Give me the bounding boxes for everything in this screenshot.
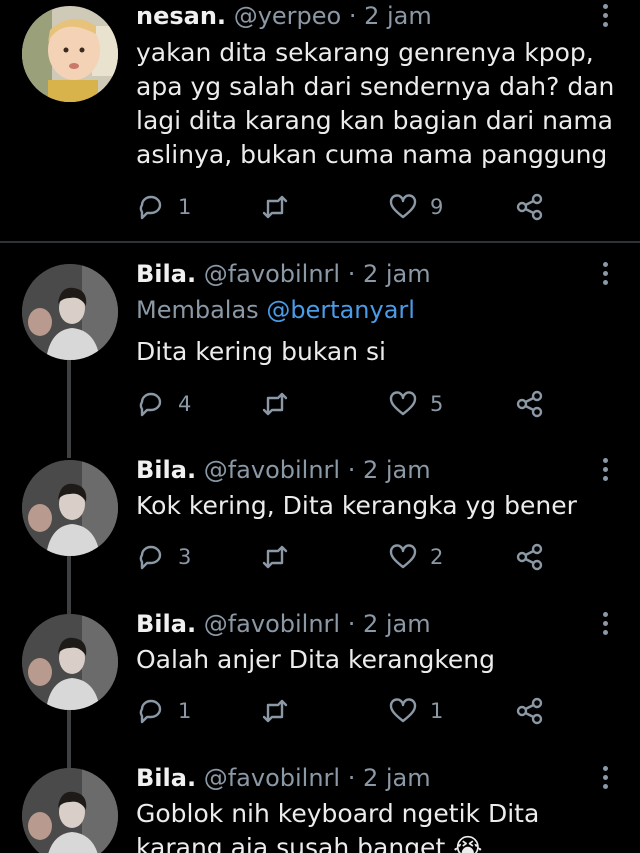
share-icon (516, 193, 543, 221)
reply-button[interactable]: 1 (136, 694, 191, 728)
tweet-text: yakan dita sekarang genrenya kpop, apa y… (136, 38, 615, 169)
display-name[interactable]: nesan. (136, 2, 226, 30)
heart-icon (389, 194, 417, 219)
tweet-header: nesan. @yerpeo · 2 jam (136, 1, 432, 31)
timestamp[interactable]: · 2 jam (348, 260, 431, 288)
share-button[interactable] (514, 694, 544, 728)
share-icon (516, 390, 543, 418)
like-button[interactable]: 2 (388, 540, 443, 574)
like-count: 2 (430, 545, 444, 569)
tweet-actions: 1 1 (136, 694, 616, 728)
reply-icon (139, 545, 162, 570)
tweet-text: Dita kering bukan si (136, 337, 386, 366)
display-name[interactable]: Bila. (136, 456, 196, 484)
display-name[interactable]: Bila. (136, 260, 196, 288)
retweet-icon (262, 392, 288, 416)
handle[interactable]: @favobilnrl (204, 764, 340, 792)
reply-button[interactable]: 3 (136, 540, 191, 574)
replying-to: Membalas @bertanyarl (136, 295, 415, 325)
display-name[interactable]: Bila. (136, 610, 196, 638)
share-button[interactable] (514, 387, 544, 421)
tweet-actions: 4 5 (136, 387, 616, 421)
share-icon (516, 697, 543, 725)
heart-icon (389, 698, 417, 723)
tweet[interactable]: Bila. @favobilnrl · 2 jam Membalas @bert… (0, 258, 640, 438)
handle[interactable]: @yerpeo (234, 2, 342, 30)
more-vertical-icon[interactable] (598, 612, 612, 640)
like-button[interactable]: 5 (388, 387, 443, 421)
like-count: 1 (430, 699, 444, 723)
retweet-button[interactable] (260, 540, 302, 574)
reply-icon (139, 195, 162, 220)
retweet-icon (262, 699, 288, 723)
replying-to-label: Membalas (136, 296, 259, 324)
retweet-icon (262, 195, 288, 219)
tweet[interactable]: Bila. @favobilnrl · 2 jam Kok kering, Di… (0, 454, 640, 594)
reply-count: 1 (178, 699, 192, 723)
more-vertical-icon[interactable] (598, 4, 612, 32)
like-count: 9 (430, 195, 444, 219)
tweet-text: Oalah anjer Dita kerangkeng (136, 645, 495, 674)
tweet[interactable]: Bila. @favobilnrl · 2 jam Oalah anjer Di… (0, 608, 640, 748)
tweet-text: Goblok nih keyboard ngetik Dita karang a… (136, 799, 540, 853)
avatar[interactable] (22, 264, 118, 360)
tweet-divider (0, 241, 640, 243)
like-count: 5 (430, 392, 444, 416)
tweet-actions: 1 9 (136, 190, 616, 224)
reply-button[interactable]: 4 (136, 387, 191, 421)
retweet-button[interactable] (260, 190, 302, 224)
tweet-header: Bila. @favobilnrl · 2 jam (136, 763, 431, 793)
heart-icon (389, 391, 417, 416)
reply-icon (139, 699, 162, 724)
reply-count: 1 (178, 195, 192, 219)
tweet-text: Kok kering, Dita kerangka yg bener (136, 491, 577, 520)
avatar[interactable] (22, 614, 118, 710)
share-button[interactable] (514, 190, 544, 224)
avatar[interactable] (22, 768, 118, 853)
more-vertical-icon[interactable] (598, 766, 612, 794)
retweet-button[interactable] (260, 694, 302, 728)
tweet-header: Bila. @favobilnrl · 2 jam (136, 455, 431, 485)
reply-button[interactable]: 1 (136, 190, 191, 224)
avatar[interactable] (22, 460, 118, 556)
avatar[interactable] (22, 6, 118, 102)
reply-icon (139, 392, 162, 417)
handle[interactable]: @favobilnrl (204, 260, 340, 288)
timestamp[interactable]: · 2 jam (349, 2, 432, 30)
tweet[interactable]: Bila. @favobilnrl · 2 jam Goblok nih key… (0, 762, 640, 853)
share-button[interactable] (514, 540, 544, 574)
reply-count: 4 (178, 392, 192, 416)
timestamp[interactable]: · 2 jam (348, 764, 431, 792)
timestamp[interactable]: · 2 jam (348, 610, 431, 638)
reply-count: 3 (178, 545, 192, 569)
tweet-header: Bila. @favobilnrl · 2 jam (136, 259, 431, 289)
more-vertical-icon[interactable] (598, 262, 612, 290)
like-button[interactable]: 1 (388, 694, 443, 728)
more-vertical-icon[interactable] (598, 458, 612, 486)
handle[interactable]: @favobilnrl (204, 456, 340, 484)
display-name[interactable]: Bila. (136, 764, 196, 792)
mention-link[interactable]: @bertanyarl (266, 296, 415, 324)
tweet-header: Bila. @favobilnrl · 2 jam (136, 609, 431, 639)
share-icon (516, 543, 543, 571)
tweet[interactable]: nesan. @yerpeo · 2 jam yakan dita sekara… (0, 0, 640, 240)
tweet-actions: 3 2 (136, 540, 616, 574)
retweet-button[interactable] (260, 387, 302, 421)
retweet-icon (262, 545, 288, 569)
heart-icon (389, 544, 417, 569)
handle[interactable]: @favobilnrl (204, 610, 340, 638)
timestamp[interactable]: · 2 jam (348, 456, 431, 484)
like-button[interactable]: 9 (388, 190, 443, 224)
